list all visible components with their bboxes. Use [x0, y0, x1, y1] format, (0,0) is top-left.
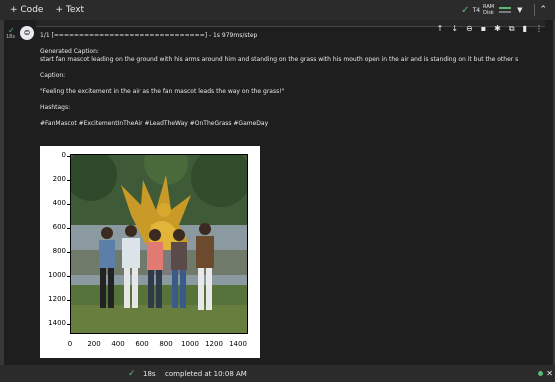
y-tick-label: 800: [40, 247, 70, 255]
output-line: #FanMascot #ExcitementInTheAir #LeadTheW…: [40, 120, 269, 127]
y-tick-label: 200: [40, 175, 70, 183]
output-line: Caption:: [40, 72, 66, 79]
y-tick-label: 0: [40, 151, 70, 159]
output-line: start fan mascot leading on the ground w…: [40, 56, 519, 63]
add-code-button[interactable]: + Code: [10, 5, 43, 15]
add-text-button[interactable]: + Text: [55, 5, 84, 15]
x-tick-label: 800: [159, 340, 173, 348]
x-axis: 0 200 400 600 800 1000 1200 1400: [67, 338, 248, 352]
runtime-dropdown-icon[interactable]: ▼: [517, 6, 522, 14]
resource-meter: [499, 7, 512, 13]
run-cell-icon[interactable]: ⊜: [20, 26, 34, 40]
collapse-icon[interactable]: ⌃: [539, 5, 547, 15]
code-cell: ↑ ↓ ⊖ ▪ ✱ ⧉ ▮ ⋮ ✓ 18s ⊜ 1/1 [===========…: [4, 20, 553, 365]
connected-dot-icon: [538, 371, 543, 376]
disk-label: Disk: [483, 10, 494, 16]
y-tick-label: 1400: [40, 319, 70, 327]
y-axis: 0 200 400 600 800 1000 1200 1400: [40, 146, 70, 327]
output-line: "Feeling the excitement in the air as th…: [40, 88, 285, 95]
check-icon: ✓: [461, 4, 470, 16]
x-tick-label: 1400: [229, 340, 247, 348]
close-icon[interactable]: ✕: [546, 369, 553, 378]
status-bar: ✓ 18s completed at 10:08 AM ✕: [0, 365, 555, 382]
x-tick-label: 1200: [205, 340, 223, 348]
y-tick-label: 600: [40, 223, 70, 231]
output-line: Hashtags:: [40, 104, 71, 111]
status-time: 18s: [143, 369, 156, 378]
output-line: 1/1 [==============================] - 1…: [40, 32, 258, 39]
image-plot: 0 200 400 600 800 1000 1200 1400 0 200 4…: [40, 146, 260, 358]
x-tick-label: 600: [135, 340, 149, 348]
output-line: Generated Caption:: [40, 48, 99, 55]
x-tick-label: 0: [67, 340, 73, 348]
top-toolbar: + Code + Text ✓ T4 RAM Disk ▼ ⌃: [0, 0, 555, 20]
check-icon: ✓: [128, 368, 136, 379]
divider: [534, 4, 536, 16]
y-tick-label: 1000: [40, 271, 70, 279]
execution-time: 18s: [6, 34, 15, 40]
x-tick-label: 400: [111, 340, 125, 348]
cell-output: 1/1 [==============================] - 1…: [40, 32, 553, 365]
x-tick-label: 1000: [181, 340, 199, 348]
status-text: completed at 10:08 AM: [165, 369, 247, 378]
y-tick-label: 1200: [40, 295, 70, 303]
x-tick-label: 200: [87, 340, 101, 348]
runtime-status-button[interactable]: ✓ T4 RAM Disk: [461, 4, 512, 16]
y-tick-label: 400: [40, 199, 70, 207]
accelerator-label: T4: [472, 6, 481, 14]
displayed-photo: [70, 154, 248, 334]
